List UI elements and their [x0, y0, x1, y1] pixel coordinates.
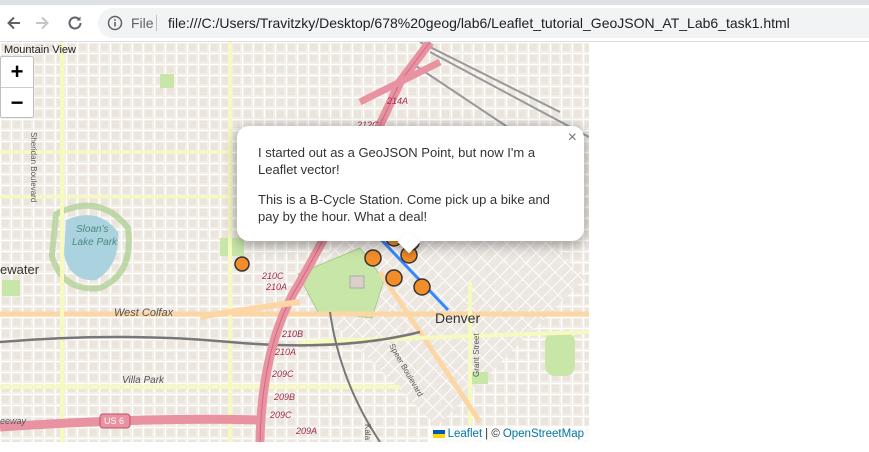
label-kala: Kala — [363, 424, 372, 441]
label-exit-210a: 210A — [266, 282, 288, 292]
address-bar[interactable]: File file:///C:/Users/Travitzky/Desktop/… — [98, 8, 869, 38]
label-exit-209a: 209A — [296, 426, 318, 436]
label-exit-210b: 210B — [282, 329, 304, 339]
browser-toolbar: File file:///C:/Users/Travitzky/Desktop/… — [0, 5, 869, 42]
popup-text-1: I started out as a GeoJSON Point, but no… — [258, 145, 536, 177]
label-west-colfax: West Colfax — [114, 307, 174, 319]
label-lakewood: ewater — [0, 262, 40, 277]
label-mountain-view: Mountain View — [4, 44, 76, 56]
label-exit-214a: 214A — [387, 96, 409, 106]
url-separator — [156, 15, 157, 31]
label-exit-209b: 209B — [274, 392, 296, 402]
station-popup: × I started out as a GeoJSON Point, but … — [237, 126, 584, 254]
attribution-separator: | © — [485, 428, 500, 440]
label-us6: US 6 — [104, 416, 125, 426]
url-text[interactable]: file:///C:/Users/Travitzky/Desktop/678%2… — [168, 15, 790, 31]
label-sloans-2: Lake Park — [72, 237, 118, 248]
arrow-right-icon — [36, 16, 49, 30]
popup-close-button[interactable]: × — [568, 129, 577, 147]
info-icon — [107, 15, 123, 31]
osm-link[interactable]: OpenStreetMap — [503, 428, 584, 440]
label-grant: Grant Street — [472, 333, 481, 377]
leaflet-link[interactable]: Leaflet — [448, 428, 483, 440]
url-scheme-label: File — [131, 15, 154, 31]
label-exit-210c: 210C — [262, 271, 284, 281]
map-container[interactable]: Mountain View Sheridan Boulevard Sloan's… — [0, 42, 589, 442]
reload-button[interactable] — [63, 11, 87, 35]
reload-icon — [68, 16, 82, 30]
map-attribution: Leaflet | © OpenStreetMap — [427, 426, 589, 442]
zoom-control: + − — [0, 56, 34, 118]
zoom-in-button[interactable]: + — [1, 57, 33, 88]
popup-content: I started out as a GeoJSON Point, but no… — [258, 144, 563, 238]
label-denver: Denver — [435, 310, 481, 326]
label-sheridan: Sheridan Boulevard — [29, 132, 38, 203]
popup-text-2: This is a B-Cycle Station. Come pick up … — [258, 192, 550, 224]
label-freeway: eeway — [0, 416, 27, 426]
forward-button[interactable] — [30, 11, 54, 35]
label-exit-209c: 209C — [272, 369, 294, 379]
label-villa-park: Villa Park — [122, 375, 165, 386]
arrow-left-icon — [7, 16, 20, 30]
label-exit-209c-2: 209C — [270, 410, 292, 420]
label-sloans-1: Sloan's — [76, 224, 109, 235]
label-exit-210a-2: 210A — [275, 347, 297, 357]
back-button[interactable] — [2, 11, 26, 35]
zoom-out-button[interactable]: − — [1, 88, 33, 118]
ukraine-flag-icon — [432, 430, 445, 438]
